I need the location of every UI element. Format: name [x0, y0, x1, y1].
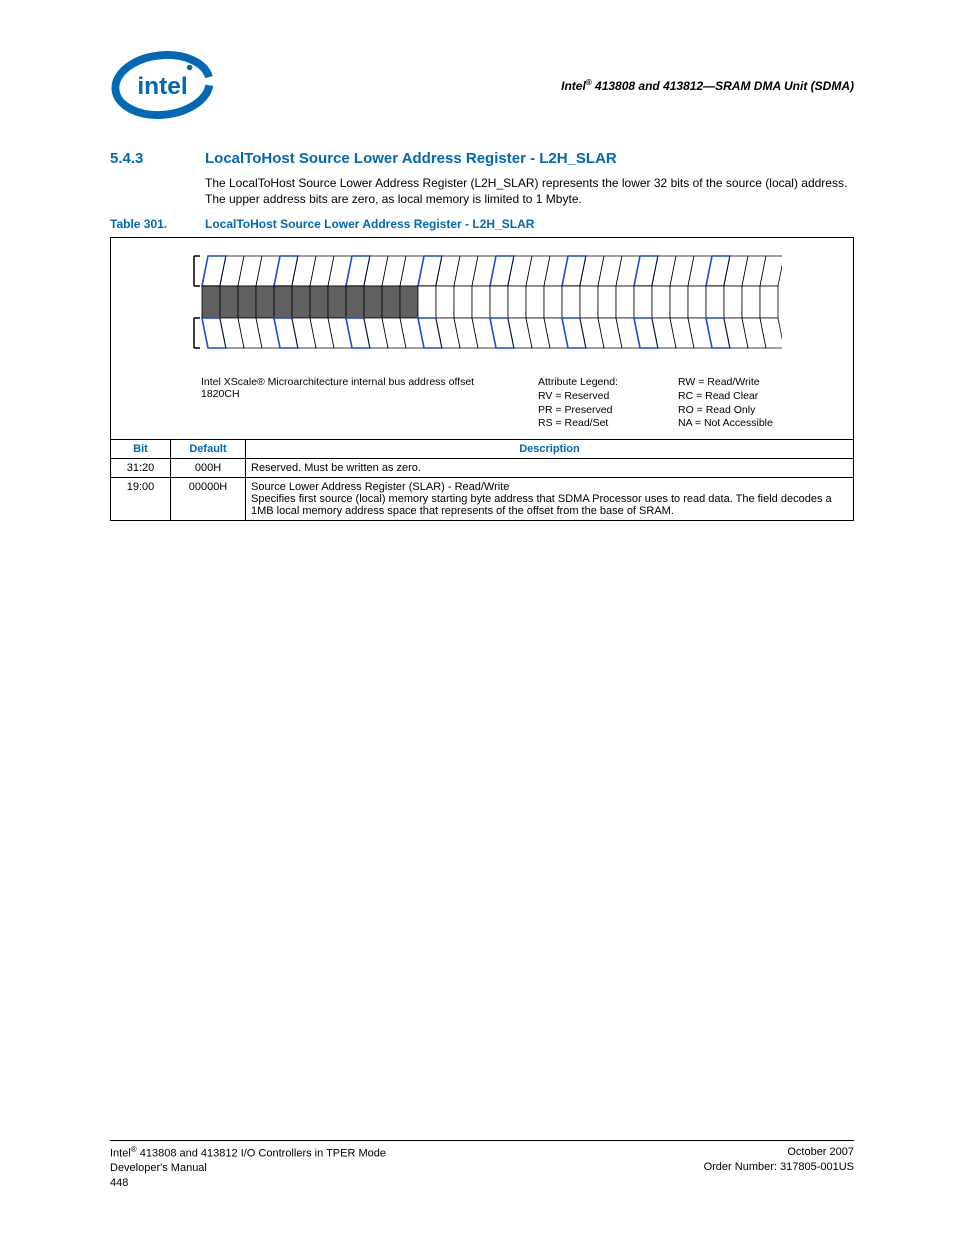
col-bit: Bit [111, 439, 171, 458]
footer-order-number: Order Number: 317805-001US [704, 1161, 854, 1173]
register-diagram: (function(){ var ns="http://www.w3.org/2… [110, 237, 854, 439]
table-caption-number: Table 301. [110, 217, 205, 231]
col-default: Default [171, 439, 246, 458]
legend-ro: RO = Read Only [678, 404, 755, 416]
section-paragraph: The LocalToHost Source Lower Address Reg… [205, 175, 854, 207]
table-caption-title: LocalToHost Source Lower Address Registe… [205, 217, 534, 231]
cell-default: 000H [171, 458, 246, 477]
cell-default: 00000H [171, 477, 246, 520]
cell-bit: 31:20 [111, 458, 171, 477]
register-table: Bit Default Description 31:20000HReserve… [110, 439, 854, 521]
legend-rw: RW = Read/Write [678, 376, 760, 388]
legend-title: Attribute Legend: [538, 376, 618, 388]
legend-rc: RC = Read Clear [678, 390, 758, 402]
svg-text:intel: intel [137, 73, 187, 100]
legend-rs: RS = Read/Set [538, 417, 608, 429]
cell-bit: 19:00 [111, 477, 171, 520]
header-text: Intel® 413808 and 413812—SRAM DMA Unit (… [561, 78, 854, 93]
footer-page-number: 448 [110, 1177, 128, 1189]
section-number: 5.4.3 [110, 150, 205, 167]
legend-na: NA = Not Accessible [678, 417, 773, 429]
page-footer: Intel® 413808 and 413812 I/O Controllers… [110, 1140, 854, 1190]
section-title: LocalToHost Source Lower Address Registe… [205, 150, 617, 167]
table-row: 31:20000HReserved. Must be written as ze… [111, 458, 854, 477]
legend-pr: PR = Preserved [538, 404, 612, 416]
offset-line2: 1820CH [201, 388, 240, 400]
cell-description: Source Lower Address Register (SLAR) - R… [246, 477, 854, 520]
footer-left-line2: Developer's Manual [110, 1162, 207, 1174]
cell-description: Reserved. Must be written as zero. [246, 458, 854, 477]
offset-line1: Intel XScale® Microarchitecture internal… [201, 376, 474, 388]
legend-rv: RV = Reserved [538, 390, 609, 402]
footer-date: October 2007 [787, 1146, 854, 1158]
table-row: 19:0000000HSource Lower Address Register… [111, 477, 854, 520]
col-description: Description [246, 439, 854, 458]
intel-logo: intel [110, 50, 215, 120]
